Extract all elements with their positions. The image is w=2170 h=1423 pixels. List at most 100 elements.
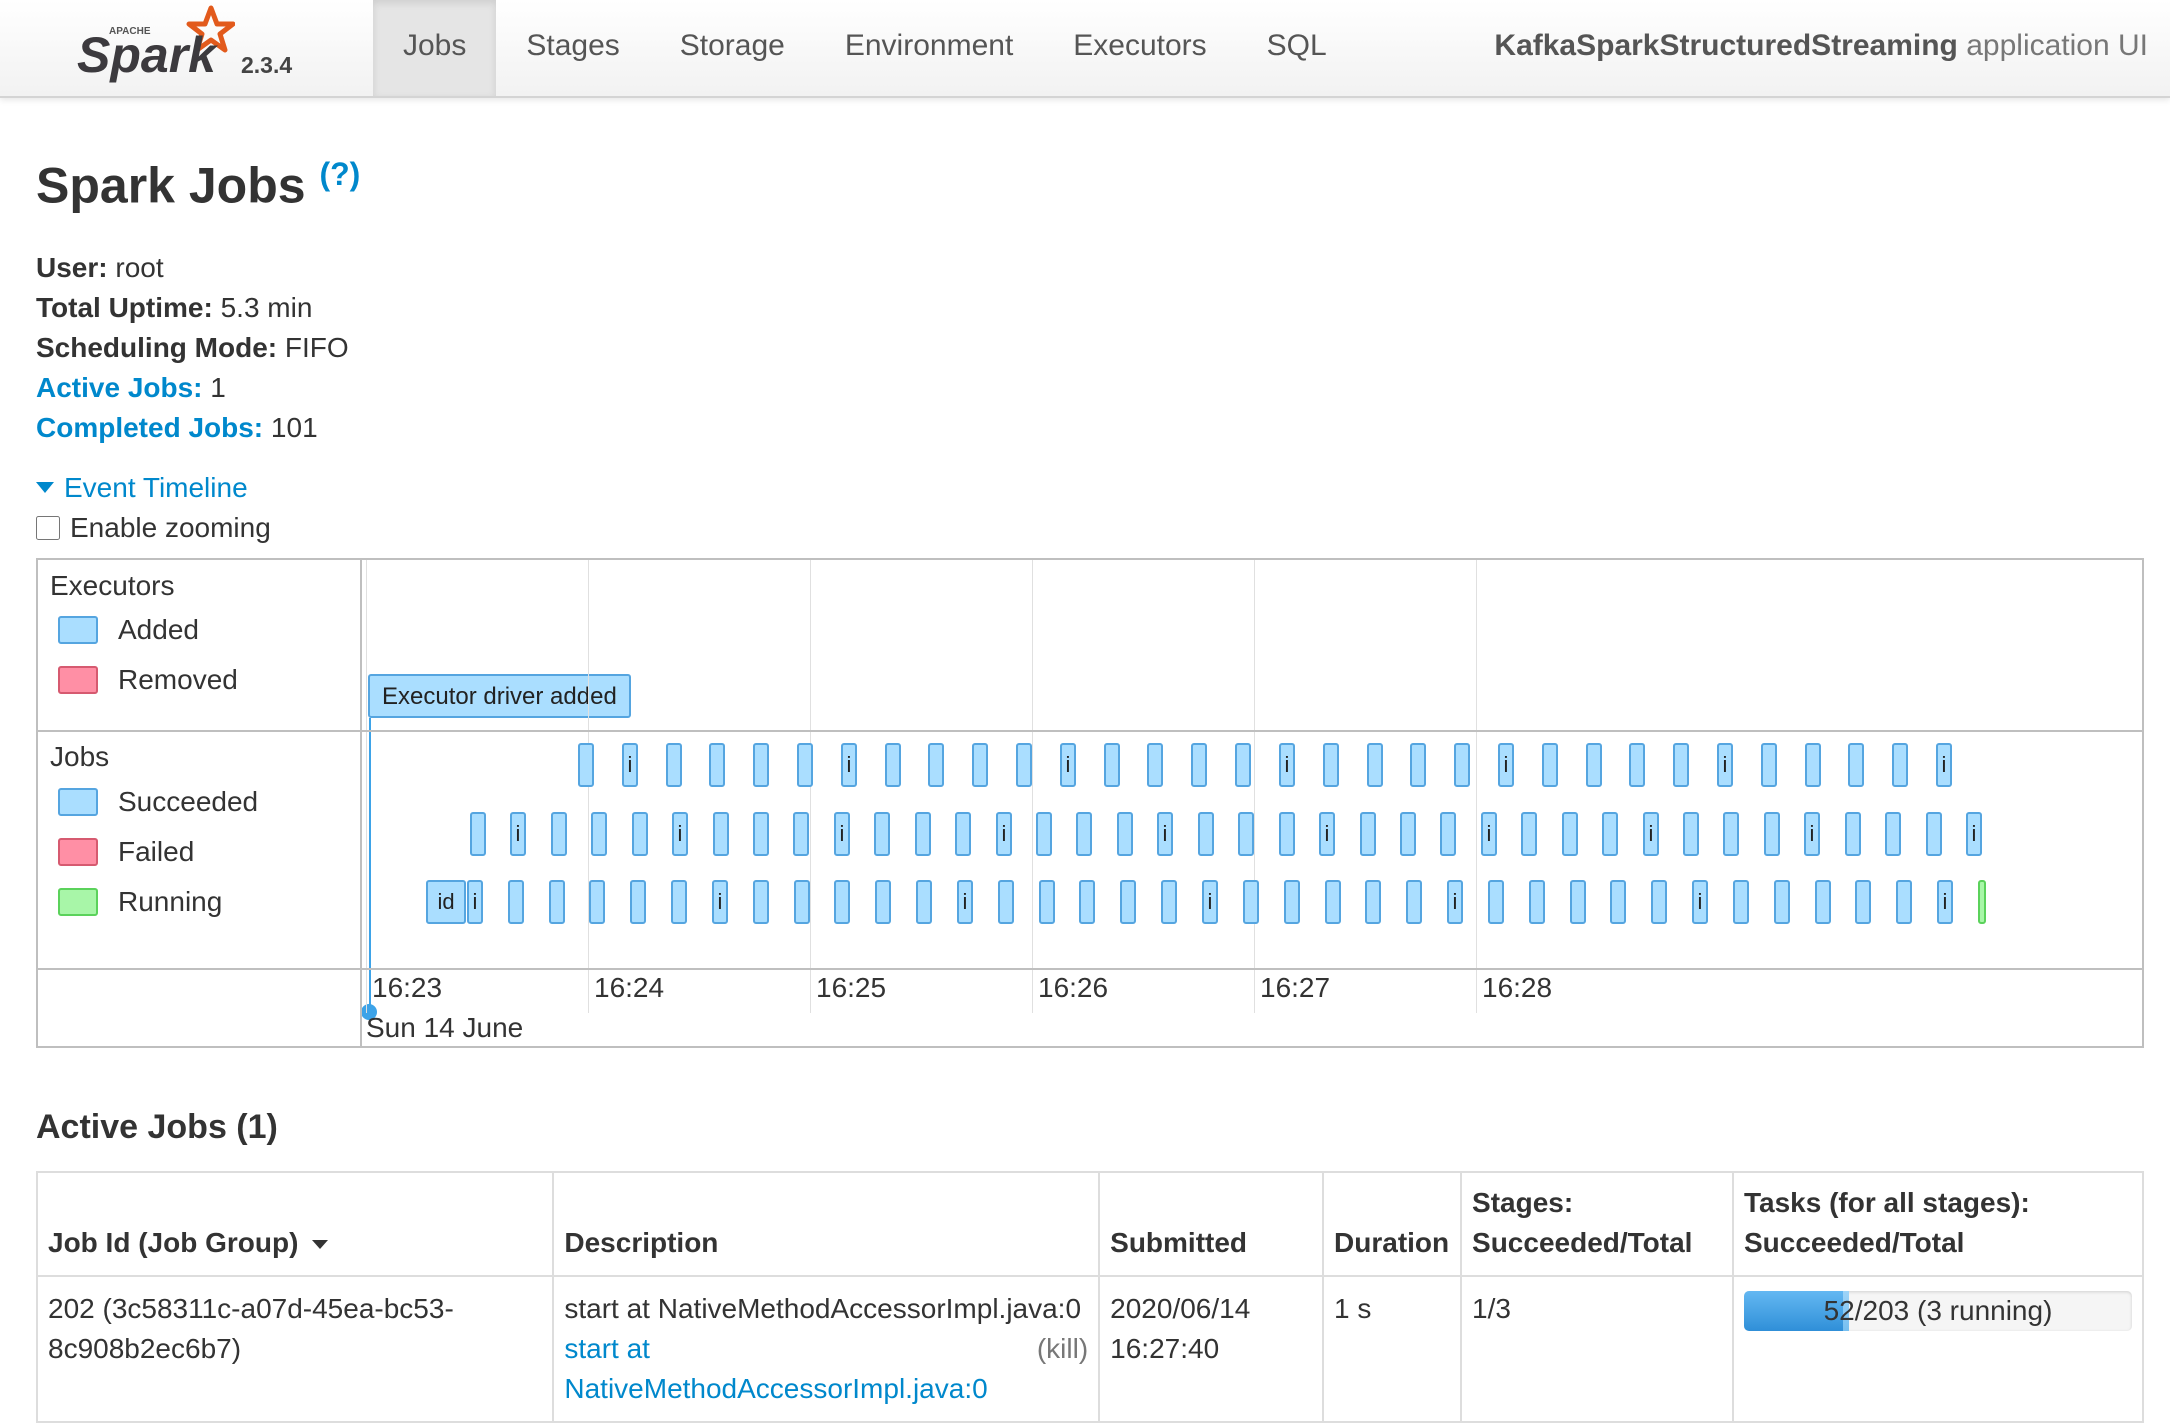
job-bar[interactable] xyxy=(1673,743,1689,787)
job-bar[interactable] xyxy=(1104,743,1120,787)
job-bar[interactable]: i xyxy=(1717,743,1733,787)
job-bar[interactable] xyxy=(549,880,565,924)
job-bar[interactable]: i xyxy=(996,812,1012,856)
job-bar[interactable] xyxy=(1586,743,1602,787)
active-jobs-section-title[interactable]: Active Jobs (1) xyxy=(36,1108,278,1147)
job-bar[interactable] xyxy=(1454,743,1470,787)
job-bar[interactable]: i xyxy=(1804,812,1820,856)
brand[interactable]: APACHE Spark 2.3.4 xyxy=(75,0,295,96)
job-bar[interactable] xyxy=(1410,743,1426,787)
job-bar[interactable]: i xyxy=(1936,743,1952,787)
job-bar[interactable] xyxy=(1367,743,1383,787)
job-bar[interactable] xyxy=(1848,743,1864,787)
job-bar[interactable]: i xyxy=(1692,880,1708,924)
job-bar[interactable] xyxy=(1521,812,1537,856)
job-bar[interactable] xyxy=(1892,743,1908,787)
job-bar[interactable] xyxy=(928,743,944,787)
job-bar[interactable] xyxy=(1406,880,1422,924)
col-submitted[interactable]: Submitted xyxy=(1098,1172,1324,1277)
job-bar[interactable] xyxy=(793,812,809,856)
executor-driver-added-event[interactable]: Executor driver added xyxy=(368,674,631,718)
job-bar[interactable] xyxy=(1120,880,1136,924)
job-bar[interactable] xyxy=(671,880,687,924)
job-bar[interactable] xyxy=(1284,880,1300,924)
help-link[interactable]: (?) xyxy=(319,156,360,192)
job-bar[interactable] xyxy=(591,812,607,856)
job-bar[interactable] xyxy=(1542,743,1558,787)
job-bar[interactable] xyxy=(508,880,524,924)
job-bar[interactable] xyxy=(797,743,813,787)
job-bar[interactable]: id xyxy=(426,880,466,924)
completed-jobs-link[interactable]: Completed Jobs: xyxy=(36,412,263,443)
job-bar[interactable]: i xyxy=(622,743,638,787)
job-bar[interactable] xyxy=(1161,880,1177,924)
job-bar[interactable] xyxy=(1723,812,1739,856)
job-bar[interactable] xyxy=(874,812,890,856)
active-jobs-link[interactable]: Active Jobs: xyxy=(36,372,203,403)
job-bar[interactable] xyxy=(578,743,594,787)
job-bar[interactable] xyxy=(1651,880,1667,924)
job-bar[interactable] xyxy=(1279,812,1295,856)
enable-zooming-checkbox[interactable] xyxy=(36,516,60,540)
job-bar[interactable] xyxy=(1400,812,1416,856)
job-bar[interactable] xyxy=(875,880,891,924)
job-bar[interactable] xyxy=(1243,880,1259,924)
tab-stages[interactable]: Stages xyxy=(496,0,649,96)
tab-executors[interactable]: Executors xyxy=(1043,0,1236,96)
job-bar[interactable] xyxy=(713,812,729,856)
job-bar[interactable] xyxy=(1855,880,1871,924)
job-bar[interactable] xyxy=(1079,880,1095,924)
help-icon[interactable]: (?) xyxy=(319,156,360,192)
job-bar[interactable] xyxy=(1683,812,1699,856)
job-bar[interactable] xyxy=(753,743,769,787)
job-bar[interactable] xyxy=(1896,880,1912,924)
job-bar[interactable]: i xyxy=(467,880,483,924)
tab-storage[interactable]: Storage xyxy=(650,0,815,96)
job-bar[interactable]: i xyxy=(1937,880,1953,924)
job-bar[interactable] xyxy=(1815,880,1831,924)
job-bar[interactable]: i xyxy=(1498,743,1514,787)
job-bar[interactable] xyxy=(1323,743,1339,787)
job-bar[interactable]: i xyxy=(1447,880,1463,924)
job-bar[interactable] xyxy=(551,812,567,856)
job-bar[interactable] xyxy=(885,743,901,787)
job-bar[interactable] xyxy=(709,743,725,787)
job-bar[interactable] xyxy=(955,812,971,856)
col-description[interactable]: Description xyxy=(552,1172,1100,1277)
job-bar[interactable]: i xyxy=(834,812,850,856)
col-job-id[interactable]: Job Id (Job Group) xyxy=(35,1172,554,1277)
job-bar[interactable] xyxy=(1117,812,1133,856)
tab-environment[interactable]: Environment xyxy=(815,0,1043,96)
job-bar[interactable] xyxy=(1764,812,1780,856)
job-bar[interactable] xyxy=(666,743,682,787)
job-bar[interactable] xyxy=(753,880,769,924)
job-bar[interactable]: i xyxy=(1481,812,1497,856)
job-bar[interactable] xyxy=(1016,743,1032,787)
job-bar[interactable] xyxy=(470,812,486,856)
job-bar[interactable]: i xyxy=(510,812,526,856)
job-bar[interactable] xyxy=(1440,812,1456,856)
job-bar[interactable] xyxy=(589,880,605,924)
tab-jobs[interactable]: Jobs xyxy=(373,0,497,96)
job-bar[interactable]: i xyxy=(841,743,857,787)
job-bar[interactable] xyxy=(794,880,810,924)
job-bar[interactable] xyxy=(1147,743,1163,787)
job-bar[interactable] xyxy=(1529,880,1545,924)
job-bar[interactable] xyxy=(1198,812,1214,856)
job-bar[interactable] xyxy=(630,880,646,924)
job-bar[interactable]: i xyxy=(672,812,688,856)
job-bar[interactable]: i xyxy=(1279,743,1295,787)
job-bar[interactable] xyxy=(1191,743,1207,787)
job-bar[interactable] xyxy=(1774,880,1790,924)
tab-sql[interactable]: SQL xyxy=(1237,0,1357,96)
job-bar[interactable] xyxy=(1562,812,1578,856)
job-bar[interactable]: i xyxy=(957,880,973,924)
job-bar[interactable] xyxy=(1805,743,1821,787)
job-bar[interactable]: i xyxy=(1319,812,1335,856)
job-bar[interactable]: i xyxy=(1202,880,1218,924)
col-stages[interactable]: Stages: Succeeded/Total xyxy=(1460,1172,1733,1277)
job-description-link[interactable]: start at xyxy=(564,1329,650,1369)
job-bar[interactable] xyxy=(834,880,850,924)
col-tasks[interactable]: Tasks (for all stages): Succeeded/Total xyxy=(1732,1172,2143,1277)
job-bar[interactable] xyxy=(1602,812,1618,856)
